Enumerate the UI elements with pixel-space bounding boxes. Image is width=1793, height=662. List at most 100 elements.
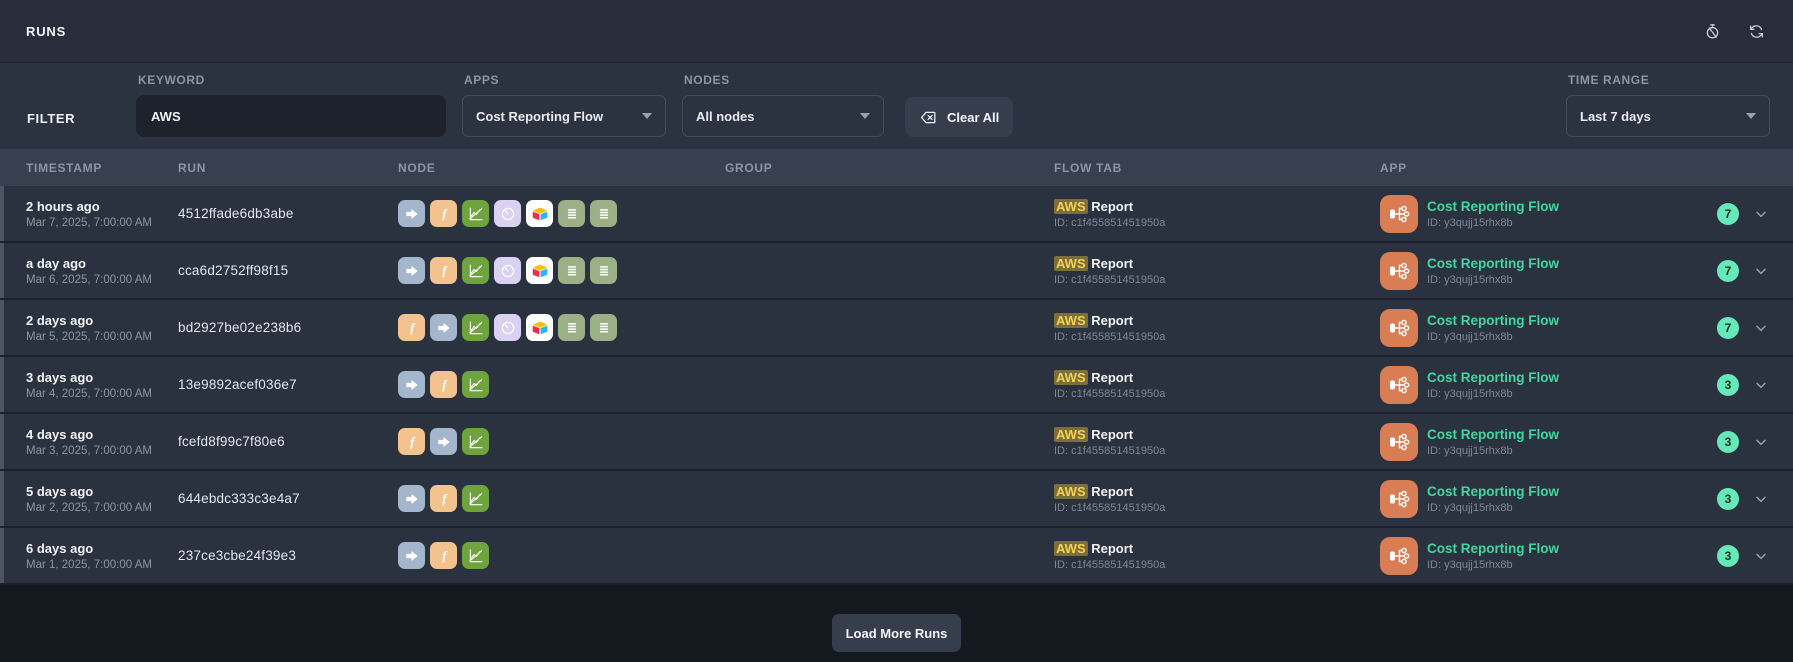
node-chip-airtable-icon[interactable] (526, 257, 553, 284)
flow-tab-id: ID: c1f455851451950a (1054, 274, 1380, 286)
node-chip-function-icon[interactable]: f (430, 485, 457, 512)
node-chip-arrow-icon[interactable] (430, 314, 457, 341)
node-chip-arrow-icon[interactable] (398, 257, 425, 284)
node-chip-list-icon[interactable] (590, 257, 617, 284)
node-chip-function-icon[interactable]: f (430, 371, 457, 398)
node-chip-chart-icon[interactable] (462, 428, 489, 455)
flow-app-icon (1380, 195, 1418, 233)
run-timestamp: Mar 2, 2025, 7:00:00 AM (26, 502, 178, 514)
node-chip-list-icon[interactable] (590, 314, 617, 341)
run-row[interactable]: 2 days ago Mar 5, 2025, 7:00:00 AM bd292… (0, 300, 1793, 357)
node-chip-chart-icon[interactable] (462, 485, 489, 512)
runs-table-header: TIMESTAMP RUN NODE GROUP FLOW TAB APP (0, 149, 1793, 186)
node-chip-chart-icon[interactable] (462, 200, 489, 227)
node-chip-list-icon[interactable] (558, 314, 585, 341)
row-actions: 7 (1679, 203, 1769, 225)
timestamp-cell: 5 days ago Mar 2, 2025, 7:00:00 AM (26, 484, 178, 514)
expand-chevron-icon[interactable] (1753, 320, 1769, 336)
node-chip-function-icon[interactable]: f (430, 257, 457, 284)
expand-chevron-icon[interactable] (1753, 548, 1769, 564)
node-count-badge: 3 (1717, 374, 1739, 396)
app-name-link[interactable]: Cost Reporting Flow (1427, 313, 1559, 328)
keyword-highlight: AWS (1054, 541, 1088, 556)
runs-table-body: 2 hours ago Mar 7, 2025, 7:00:00 AM 4512… (0, 186, 1793, 585)
refresh-button[interactable] (1745, 20, 1767, 42)
svg-text:f: f (442, 264, 448, 278)
load-more-runs-button[interactable]: Load More Runs (832, 614, 962, 652)
node-chip-list-icon[interactable] (590, 200, 617, 227)
run-relative-time: 2 days ago (26, 313, 178, 328)
chevron-down-icon (860, 113, 870, 119)
flow-tab-name: Report (1091, 256, 1133, 271)
node-chip-list-icon[interactable] (558, 200, 585, 227)
column-header-app: APP (1380, 161, 1679, 175)
expand-chevron-icon[interactable] (1753, 263, 1769, 279)
timer-off-button[interactable] (1701, 20, 1723, 42)
node-chip-arrow-icon[interactable] (398, 200, 425, 227)
app-name-link[interactable]: Cost Reporting Flow (1427, 541, 1559, 556)
app-id: ID: y3qujj15rhx8b (1427, 559, 1559, 571)
run-row[interactable]: 6 days ago Mar 1, 2025, 7:00:00 AM 237ce… (0, 528, 1793, 585)
app-name-link[interactable]: Cost Reporting Flow (1427, 199, 1559, 214)
app-name-link[interactable]: Cost Reporting Flow (1427, 370, 1559, 385)
expand-chevron-icon[interactable] (1753, 491, 1769, 507)
timestamp-cell: a day ago Mar 6, 2025, 7:00:00 AM (26, 256, 178, 286)
run-timestamp: Mar 4, 2025, 7:00:00 AM (26, 388, 178, 400)
filter-section-label: FILTER (27, 111, 136, 126)
expand-chevron-icon[interactable] (1753, 206, 1769, 222)
flow-app-icon (1380, 480, 1418, 518)
chevron-down-icon (642, 113, 652, 119)
node-chip-timer-icon[interactable] (494, 200, 521, 227)
app-name-link[interactable]: Cost Reporting Flow (1427, 427, 1559, 442)
node-chip-chart-icon[interactable] (462, 371, 489, 398)
run-row[interactable]: 5 days ago Mar 2, 2025, 7:00:00 AM 644eb… (0, 471, 1793, 528)
keyword-label: KEYWORD (138, 73, 446, 87)
expand-chevron-icon[interactable] (1753, 434, 1769, 450)
node-chip-arrow-icon[interactable] (398, 542, 425, 569)
node-chip-function-icon[interactable]: f (430, 542, 457, 569)
node-chip-list-icon[interactable] (558, 257, 585, 284)
column-header-timestamp: TIMESTAMP (26, 161, 178, 175)
keyword-highlight: AWS (1054, 427, 1088, 442)
app-name-link[interactable]: Cost Reporting Flow (1427, 484, 1559, 499)
run-row[interactable]: a day ago Mar 6, 2025, 7:00:00 AM cca6d2… (0, 243, 1793, 300)
node-chip-function-icon[interactable]: f (398, 314, 425, 341)
run-relative-time: 2 hours ago (26, 199, 178, 214)
node-count-badge: 7 (1717, 260, 1739, 282)
node-chip-arrow-icon[interactable] (398, 371, 425, 398)
node-chip-timer-icon[interactable] (494, 257, 521, 284)
node-chip-chart-icon[interactable] (462, 257, 489, 284)
node-chip-function-icon[interactable]: f (398, 428, 425, 455)
apps-dropdown[interactable]: Cost Reporting Flow (462, 95, 666, 137)
run-row[interactable]: 3 days ago Mar 4, 2025, 7:00:00 AM 13e98… (0, 357, 1793, 414)
node-chip-arrow-icon[interactable] (430, 428, 457, 455)
keyword-input[interactable] (136, 95, 446, 137)
node-chip-airtable-icon[interactable] (526, 200, 553, 227)
node-count-badge: 3 (1717, 431, 1739, 453)
clear-all-button[interactable]: Clear All (905, 97, 1013, 137)
node-chip-function-icon[interactable]: f (430, 200, 457, 227)
svg-text:f: f (410, 435, 416, 449)
time-range-dropdown[interactable]: Last 7 days (1566, 95, 1770, 137)
flow-tab-cell: AWS Report ID: c1f455851451950a (1054, 370, 1380, 400)
expand-chevron-icon[interactable] (1753, 377, 1769, 393)
node-chip-chart-icon[interactable] (462, 542, 489, 569)
node-chip-arrow-icon[interactable] (398, 485, 425, 512)
run-relative-time: 4 days ago (26, 427, 178, 442)
node-chip-airtable-icon[interactable] (526, 314, 553, 341)
row-actions: 3 (1679, 431, 1769, 453)
node-chip-timer-icon[interactable] (494, 314, 521, 341)
app-name-link[interactable]: Cost Reporting Flow (1427, 256, 1559, 271)
node-chip-list: f (398, 257, 725, 284)
app-cell: Cost Reporting Flow ID: y3qujj15rhx8b (1380, 423, 1679, 461)
flow-app-icon (1380, 309, 1418, 347)
flow-tab-name: Report (1091, 370, 1133, 385)
nodes-dropdown[interactable]: All nodes (682, 95, 884, 137)
row-actions: 7 (1679, 317, 1769, 339)
node-chip-chart-icon[interactable] (462, 314, 489, 341)
run-row[interactable]: 2 hours ago Mar 7, 2025, 7:00:00 AM 4512… (0, 186, 1793, 243)
run-id: cca6d2752ff98f15 (178, 263, 398, 278)
run-id: 644ebdc333c3e4a7 (178, 491, 398, 506)
flow-tab-cell: AWS Report ID: c1f455851451950a (1054, 484, 1380, 514)
run-row[interactable]: 4 days ago Mar 3, 2025, 7:00:00 AM fcefd… (0, 414, 1793, 471)
